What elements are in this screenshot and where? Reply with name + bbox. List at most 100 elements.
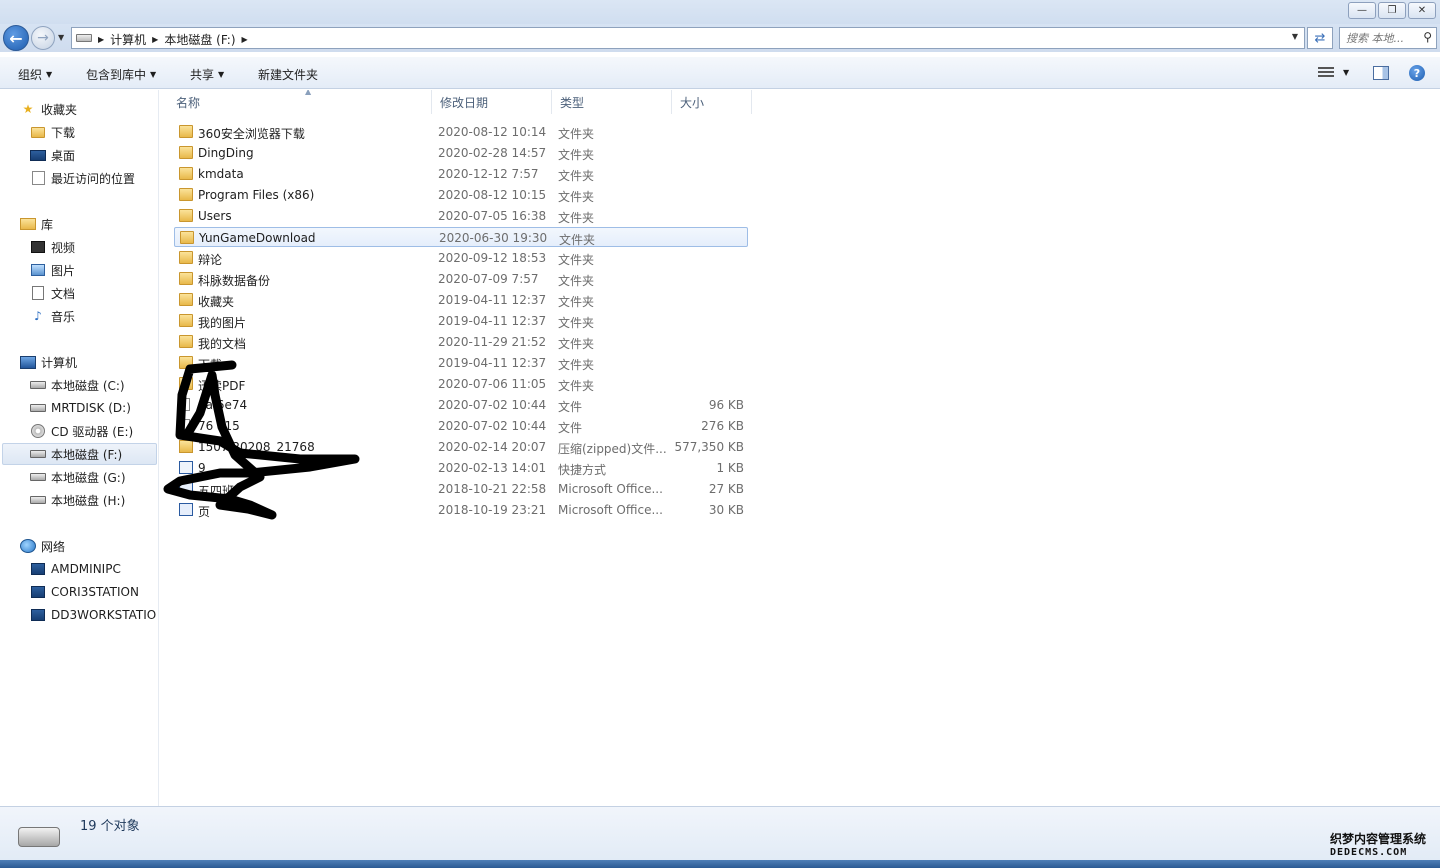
nav-libraries[interactable]: 库 [20, 213, 53, 235]
help-icon[interactable]: ? [1409, 65, 1425, 81]
file-row[interactable]: 辩论 2020-09-12 18:53 文件夹 [174, 248, 748, 268]
nav-music[interactable]: ♪ 音乐 [30, 305, 75, 327]
file-row[interactable]: 360安全浏览器下载 2020-08-12 10:14 文件夹 [174, 122, 748, 142]
restore-button[interactable]: ❐ [1378, 2, 1406, 19]
drive-icon [18, 827, 60, 847]
breadcrumb-drive-f[interactable]: 本地磁盘 (F:) [164, 31, 235, 48]
nav-drive-g[interactable]: 本地磁盘 (G:) [30, 466, 126, 488]
folder-icon [179, 125, 193, 138]
nav-drive-f[interactable]: 本地磁盘 (F:) [2, 443, 157, 465]
file-date: 2020-02-14 20:07 [438, 440, 547, 454]
desktop-icon [30, 148, 46, 162]
address-row: ← → ▼ ▶ 计算机 ▶ 本地磁盘 (F:) ▶ ▼ ⇄ ⚲ [0, 24, 1440, 52]
nav-drive-h-label: 本地磁盘 (H:) [51, 493, 126, 508]
nav-computer[interactable]: 计算机 [20, 351, 77, 373]
file-icon [179, 398, 190, 411]
file-date: 2020-02-13 14:01 [438, 461, 547, 475]
file-size: 96 KB [708, 398, 744, 412]
file-row[interactable]: 页 2018-10-19 23:21 Microsoft Office... 30 K… [174, 500, 748, 520]
file-row[interactable]: 下载 2019-04-11 12:37 文件夹 [174, 353, 748, 373]
file-row[interactable]: 五四班 2018-10-21 22:58 Microsoft Office... 27… [174, 479, 748, 499]
file-row[interactable]: 1507 20208_21768 2020-02-14 20:07 压缩(zippe… [174, 437, 748, 457]
search-input[interactable] [1346, 29, 1420, 47]
include-library-menu[interactable]: 包含到库中 ▼ [86, 66, 156, 83]
nav-downloads-label: 下载 [51, 125, 76, 140]
column-header-name[interactable]: ▲ 名称 [168, 90, 432, 114]
file-row[interactable]: 我的文档 2020-11-29 21:52 文件夹 [174, 332, 748, 352]
chevron-right-icon[interactable]: ▶ [242, 35, 248, 44]
nav-drive-h[interactable]: 本地磁盘 (H:) [30, 489, 125, 511]
file-row[interactable]: 迅读PDF 2020-07-06 11:05 文件夹 [174, 374, 748, 394]
drive-icon [76, 34, 92, 42]
nav-desktop[interactable]: 桌面 [30, 144, 75, 166]
nav-pc-dd3workstation[interactable]: DD3WORKSTATIO [30, 604, 156, 626]
organize-menu[interactable]: 组织 ▼ [18, 66, 52, 83]
search-icon[interactable]: ⚲ [1423, 30, 1432, 44]
nav-pc-amdminipc[interactable]: AMDMINIPC [30, 558, 121, 580]
file-size: 27 KB [708, 482, 744, 496]
nav-downloads[interactable]: 下载 [30, 121, 75, 143]
file-row[interactable]: kmdata 2020-12-12 7:57 文件夹 [174, 164, 748, 184]
file-row[interactable]: 收藏夹 2019-04-11 12:37 文件夹 [174, 290, 748, 310]
nav-videos[interactable]: 视频 [30, 236, 75, 258]
nav-drive-d[interactable]: MRTDISK (D:) [30, 397, 131, 419]
file-date: 2018-10-21 22:58 [438, 482, 547, 496]
taskbar [0, 860, 1440, 868]
file-type: 文件 [558, 400, 583, 414]
file-name: 迅读PDF [198, 379, 246, 393]
preview-pane-icon[interactable] [1373, 66, 1389, 80]
nav-pictures[interactable]: 图片 [30, 259, 75, 281]
nav-pc-cori3station[interactable]: CORI3STATION [30, 581, 139, 603]
nav-network[interactable]: 网络 [20, 535, 65, 557]
caret-down-icon: ▼ [46, 70, 53, 79]
recent-pages-dropdown[interactable]: ▼ [58, 33, 64, 42]
share-menu[interactable]: 共享 ▼ [190, 66, 224, 83]
watermark-title: 织梦内容管理系统 [1330, 832, 1427, 846]
nav-recent[interactable]: 最近访问的位置 [30, 167, 135, 189]
file-row[interactable]: 我的图片 2019-04-11 12:37 文件夹 [174, 311, 748, 331]
file-type: 快捷方式 [558, 463, 607, 477]
nav-network-label: 网络 [41, 539, 66, 554]
star-icon: ★ [22, 102, 34, 116]
nav-drive-e[interactable]: CD 驱动器 (E:) [30, 420, 133, 442]
minimize-button[interactable]: — [1348, 2, 1376, 19]
nav-documents[interactable]: 文档 [30, 282, 75, 304]
file-date: 2020-11-29 21:52 [438, 335, 547, 349]
refresh-button[interactable]: ⇄ [1307, 27, 1333, 49]
folder-icon [180, 231, 194, 244]
new-folder-button[interactable]: 新建文件夹 [258, 66, 318, 83]
chevron-right-icon[interactable]: ▶ [98, 35, 104, 44]
search-box[interactable]: ⚲ [1339, 27, 1437, 49]
file-row[interactable]: Users 2020-07-05 16:38 文件夹 [174, 206, 748, 226]
file-row[interactable]: 9 2020-02-13 14:01 快捷方式 1 KB [174, 458, 748, 478]
file-name: Program Files (x86) [198, 188, 315, 202]
back-button[interactable]: ← [3, 25, 29, 51]
file-row[interactable]: Program Files (x86) 2020-08-12 10:15 文件夹 [174, 185, 748, 205]
forward-button[interactable]: → [31, 26, 55, 50]
nav-documents-label: 文档 [51, 286, 76, 301]
view-options-icon[interactable] [1318, 67, 1334, 79]
file-row[interactable]: 4a 6e74 2020-07-02 10:44 文件 96 KB [174, 395, 748, 415]
folder-icon [30, 125, 46, 139]
nav-drive-c[interactable]: 本地磁盘 (C:) [30, 374, 125, 396]
file-row[interactable]: DingDing 2020-02-28 14:57 文件夹 [174, 143, 748, 163]
file-type: 文件 [558, 421, 583, 435]
file-row[interactable]: 76 e15 2020-07-02 10:44 文件 276 KB [174, 416, 748, 436]
column-header-type[interactable]: 类型 [552, 90, 672, 114]
folder-icon [179, 209, 193, 222]
file-size: 276 KB [701, 419, 744, 433]
file-type: 文件夹 [558, 190, 595, 204]
address-history-dropdown[interactable]: ▼ [1292, 32, 1298, 41]
breadcrumb-computer[interactable]: 计算机 [110, 31, 146, 48]
column-header-date[interactable]: 修改日期 [432, 90, 552, 114]
watermark-url: DEDECMS.COM [1330, 847, 1408, 858]
view-options-dropdown[interactable]: ▼ [1343, 68, 1349, 77]
address-bar[interactable]: ▶ 计算机 ▶ 本地磁盘 (F:) ▶ ▼ [71, 27, 1305, 49]
nav-favorites[interactable]: ★ 收藏夹 [20, 98, 77, 120]
close-button[interactable]: ✕ [1408, 2, 1436, 19]
column-header-size[interactable]: 大小 [672, 90, 752, 114]
file-row[interactable]: 科脉数据备份 2020-07-09 7:57 文件夹 [174, 269, 748, 289]
file-row[interactable]: YunGameDownload 2020-06-30 19:30 文件夹 [174, 227, 748, 247]
cd-drive-icon [30, 424, 46, 438]
chevron-right-icon[interactable]: ▶ [152, 35, 158, 44]
